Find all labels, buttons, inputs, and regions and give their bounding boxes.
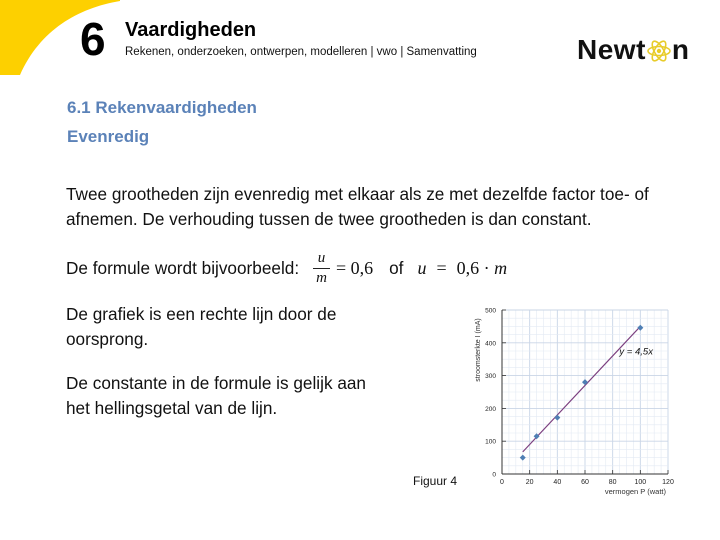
fraction-numerator: u	[317, 249, 326, 266]
formula2-rhs: 0,6 ·	[456, 257, 495, 278]
x-tick-label: 60	[581, 479, 589, 486]
atom-icon	[647, 40, 671, 62]
y-axis-label: stroomsterkte I (mA)	[475, 318, 482, 381]
paragraph-definition: Twee grootheden zijn evenredig met elkaa…	[66, 184, 649, 229]
section-subtitle: Evenredig	[67, 127, 150, 146]
x-tick-label: 120	[662, 479, 674, 486]
x-axis-label: vermogen P (watt)	[605, 487, 667, 496]
x-tick-label: 80	[609, 479, 617, 486]
x-tick-label: 20	[526, 479, 534, 486]
paragraph-graph: De grafiek is een rechte lijn door de oo…	[66, 304, 337, 349]
formula-row: De formule wordt bijvoorbeeld: u m = 0,6…	[66, 248, 507, 288]
y-tick-label: 200	[485, 406, 496, 413]
proportionality-chart: 0 20 40 60 80 100 120 0 100 200 300 400 500 vermogen …	[475, 308, 674, 497]
y-tick-label: 100	[485, 439, 496, 446]
formula-intro: De formule wordt bijvoorbeeld:	[66, 257, 300, 278]
formula-or: of	[389, 257, 404, 278]
section-title: 6.1 Rekenvaardigheden	[67, 98, 257, 117]
y-tick-label: 500	[485, 308, 496, 315]
newton-logo: Newt n	[577, 33, 690, 67]
paragraph-constant: De constante in de formule is gelijk aan…	[66, 373, 366, 418]
logo-text-right: n	[671, 34, 690, 65]
x-tick-label: 100	[634, 479, 646, 486]
formula1-rhs: = 0,6	[335, 257, 374, 278]
fit-line-label: y = 4,5x	[618, 346, 654, 357]
x-tick-label: 0	[500, 479, 504, 486]
formula2-lhs: u	[417, 257, 427, 278]
data-point	[519, 454, 526, 461]
data-point	[554, 414, 561, 421]
logo-text-left: Newt	[577, 34, 646, 65]
chapter-number: 6	[80, 13, 106, 65]
data-point	[582, 379, 588, 386]
chapter-title: Vaardigheden	[125, 19, 257, 41]
x-tick-label: 40	[553, 479, 561, 486]
formula2-equals: =	[436, 257, 447, 278]
fraction-denominator: m	[316, 269, 327, 286]
figure-caption: Figuur 4	[413, 474, 458, 488]
fraction-bar	[313, 267, 330, 269]
chapter-subtitle: Rekenen, onderzoeken, ontwerpen, modelle…	[125, 46, 477, 58]
y-tick-label: 0	[492, 472, 496, 479]
formula-fraction: u m	[313, 249, 330, 286]
data-point	[637, 324, 644, 331]
y-tick-label: 400	[485, 340, 496, 347]
y-tick-label: 300	[485, 373, 496, 380]
formula2-var: m	[494, 257, 508, 278]
